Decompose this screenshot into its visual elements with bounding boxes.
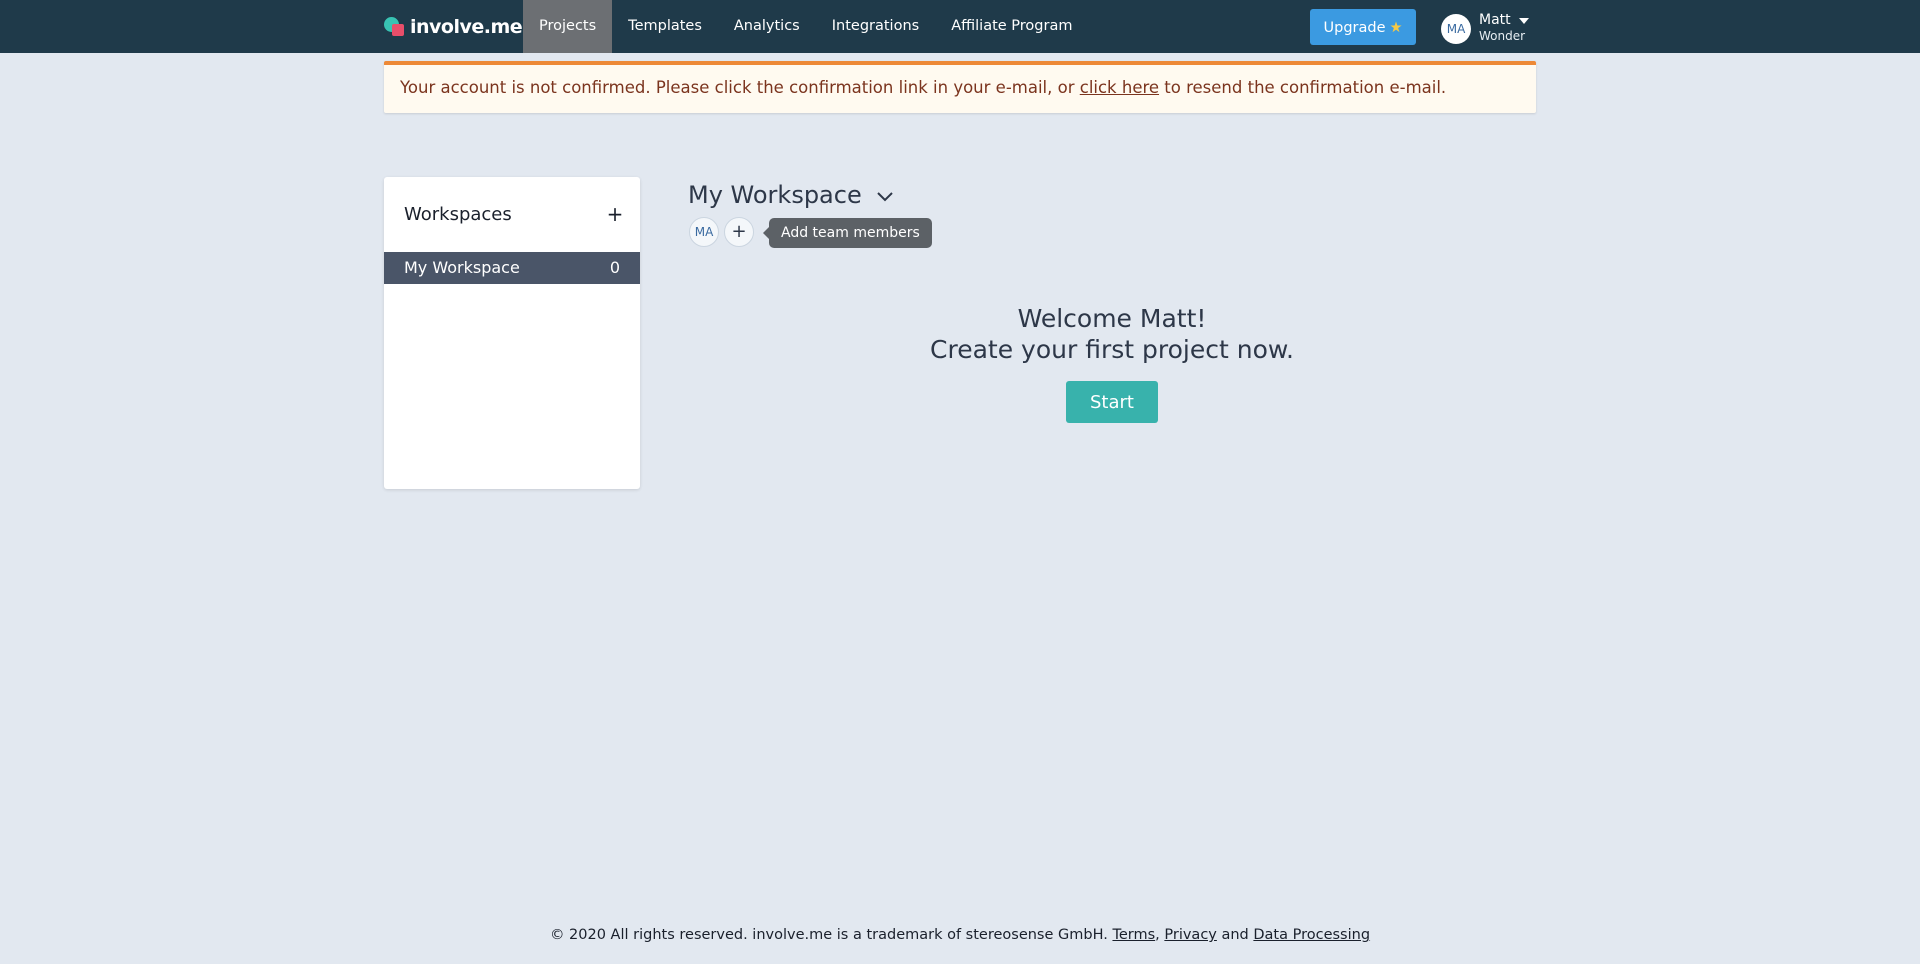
privacy-link[interactable]: Privacy	[1164, 927, 1217, 943]
user-last-name: Wonder	[1479, 29, 1526, 43]
welcome-line: Welcome Matt!	[1017, 304, 1207, 333]
nav-link-analytics[interactable]: Analytics	[718, 0, 816, 53]
create-project-line: Create your first project now.	[930, 335, 1294, 364]
nav-link-projects[interactable]: Projects	[523, 0, 613, 53]
plus-icon: +	[606, 202, 624, 226]
add-team-members-tooltip: Add team members	[763, 218, 932, 248]
upgrade-button[interactable]: Upgrade ★	[1310, 9, 1416, 45]
alert-text-before: Your account is not confirmed. Please cl…	[400, 78, 1080, 97]
sidebar-item-my-workspace[interactable]: My Workspace 0	[384, 252, 640, 284]
footer-copyright: © 2020 All rights reserved. involve.me i…	[549, 927, 1113, 943]
top-navbar: involve.me Projects Templates Analytics …	[0, 0, 1920, 53]
workspace-title: My Workspace	[688, 181, 862, 209]
add-team-member-button[interactable]: +	[724, 217, 754, 247]
start-button[interactable]: Start	[1066, 381, 1158, 423]
account-not-confirmed-alert: Your account is not confirmed. Please cl…	[384, 61, 1536, 113]
workspace-project-count: 0	[609, 258, 620, 277]
caret-down-icon[interactable]	[1519, 18, 1529, 24]
sidebar-title: Workspaces	[404, 204, 512, 225]
nav-link-affiliate-program[interactable]: Affiliate Program	[935, 0, 1088, 53]
workspace-label: My Workspace	[404, 258, 520, 277]
nav-link-templates[interactable]: Templates	[612, 0, 718, 53]
logo-text: involve.me	[410, 16, 523, 38]
nav-links: Projects Templates Analytics Integration…	[523, 0, 1088, 53]
workspaces-sidebar: Workspaces + My Workspace 0	[384, 177, 640, 489]
upgrade-label: Upgrade	[1323, 20, 1386, 36]
logo-icon	[384, 16, 406, 38]
resend-confirmation-link[interactable]: click here	[1080, 78, 1159, 97]
user-first-name: Matt	[1479, 12, 1511, 28]
add-workspace-button[interactable]: +	[602, 199, 628, 229]
workspace-selector[interactable]: My Workspace	[688, 181, 894, 209]
star-icon: ★	[1389, 20, 1403, 36]
member-avatar[interactable]: MA	[689, 217, 719, 247]
logo[interactable]: involve.me	[384, 15, 523, 39]
footer-separator: and	[1216, 927, 1254, 943]
footer: © 2020 All rights reserved. involve.me i…	[0, 927, 1920, 943]
terms-link[interactable]: Terms	[1112, 927, 1155, 943]
user-menu[interactable]: Matt Wonder	[1479, 12, 1525, 44]
nav-link-integrations[interactable]: Integrations	[816, 0, 935, 53]
alert-text-after: to resend the confirmation e-mail.	[1159, 78, 1447, 97]
plus-icon: +	[731, 221, 747, 242]
chevron-down-icon	[877, 192, 893, 202]
data-processing-link[interactable]: Data Processing	[1253, 927, 1370, 943]
user-avatar[interactable]: MA	[1441, 14, 1471, 44]
footer-separator: ,	[1155, 927, 1165, 943]
welcome-message: Welcome Matt! Create your first project …	[688, 303, 1536, 365]
